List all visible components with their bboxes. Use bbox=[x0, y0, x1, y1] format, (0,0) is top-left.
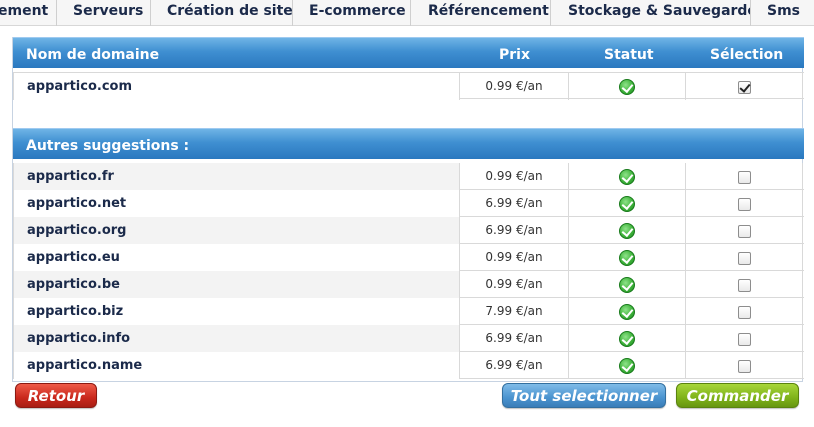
domain-name: appartico.net bbox=[13, 190, 459, 217]
status-cell bbox=[568, 73, 685, 100]
selection-checkbox[interactable] bbox=[738, 171, 751, 184]
status-cell bbox=[568, 325, 685, 352]
status-cell bbox=[568, 298, 685, 325]
available-check-icon bbox=[619, 358, 635, 374]
selection-checkbox[interactable] bbox=[738, 360, 751, 373]
table-row: appartico.info 6.99 €/an bbox=[13, 325, 804, 352]
header-price: Prix bbox=[499, 47, 530, 63]
table-row: appartico.name 6.99 €/an bbox=[13, 352, 804, 379]
domain-name: appartico.info bbox=[13, 325, 459, 352]
table-row: appartico.be 0.99 €/an bbox=[13, 271, 804, 298]
domain-name: appartico.fr bbox=[13, 163, 459, 190]
domain-price: 0.99 €/an bbox=[459, 271, 568, 298]
domain-price: 6.99 €/an bbox=[459, 217, 568, 244]
header-domain-name: Nom de domaine bbox=[26, 47, 160, 63]
nav-tab-creation-de-site[interactable]: Création de site bbox=[151, 0, 293, 26]
selection-checkbox[interactable] bbox=[738, 333, 751, 346]
available-check-icon bbox=[619, 304, 635, 320]
table-row-main-domain: appartico.com 0.99 €/an bbox=[13, 72, 804, 100]
nav-tab-stockage-sauvegarde[interactable]: Stockage & Sauvegarde bbox=[551, 0, 751, 26]
table-row: appartico.net 6.99 €/an bbox=[13, 190, 804, 217]
selection-cell bbox=[685, 271, 803, 298]
domain-price: 6.99 €/an bbox=[459, 190, 568, 217]
domain-name: appartico.be bbox=[13, 271, 459, 298]
status-cell bbox=[568, 190, 685, 217]
selection-checkbox[interactable] bbox=[738, 279, 751, 292]
selection-checkbox[interactable] bbox=[738, 225, 751, 238]
domain-name: appartico.org bbox=[13, 217, 459, 244]
status-cell bbox=[568, 244, 685, 271]
available-check-icon bbox=[619, 331, 635, 347]
suggestions-title: Autres suggestions : bbox=[26, 138, 190, 154]
header-status: Statut bbox=[604, 47, 654, 63]
selection-cell bbox=[685, 190, 803, 217]
selection-cell bbox=[685, 163, 803, 190]
domain-name: appartico.eu bbox=[13, 244, 459, 271]
table-header: Nom de domaine Prix Statut Sélection bbox=[13, 37, 804, 68]
domain-price: 7.99 €/an bbox=[459, 298, 568, 325]
table-row: appartico.org 6.99 €/an bbox=[13, 217, 804, 244]
select-all-button[interactable]: Tout selectionner bbox=[502, 383, 666, 408]
selection-checkbox[interactable] bbox=[738, 306, 751, 319]
domain-price: 0.99 €/an bbox=[459, 163, 568, 190]
selection-checkbox[interactable] bbox=[738, 252, 751, 265]
domain-price: 0.99 €/an bbox=[459, 244, 568, 271]
domain-results-panel: Nom de domaine Prix Statut Sélection app… bbox=[12, 37, 804, 382]
nav-tab-sms[interactable]: Sms bbox=[751, 0, 814, 26]
domain-name: appartico.biz bbox=[13, 298, 459, 325]
header-selection: Sélection bbox=[710, 47, 784, 63]
domain-price: 6.99 €/an bbox=[459, 352, 568, 379]
selection-cell bbox=[685, 298, 803, 325]
domain-price: 0.99 €/an bbox=[459, 73, 568, 100]
table-row: appartico.fr 0.99 €/an bbox=[13, 163, 804, 190]
selection-cell bbox=[685, 244, 803, 271]
selection-checkbox[interactable] bbox=[738, 198, 751, 211]
selection-cell bbox=[685, 325, 803, 352]
available-check-icon bbox=[619, 169, 635, 185]
available-check-icon bbox=[619, 196, 635, 212]
table-row: appartico.eu 0.99 €/an bbox=[13, 244, 804, 271]
selection-checkbox[interactable] bbox=[738, 81, 751, 94]
status-cell bbox=[568, 271, 685, 298]
nav-tab-referencement[interactable]: Référencement bbox=[411, 0, 551, 26]
status-cell bbox=[568, 352, 685, 379]
order-button[interactable]: Commander bbox=[676, 383, 799, 408]
available-check-icon bbox=[619, 79, 635, 95]
suggestions-header: Autres suggestions : bbox=[13, 128, 804, 159]
selection-cell bbox=[685, 73, 803, 100]
domain-name: appartico.com bbox=[13, 73, 459, 100]
status-cell bbox=[568, 217, 685, 244]
back-button[interactable]: Retour bbox=[15, 383, 97, 408]
nav-tab-serveurs[interactable]: Serveurs bbox=[57, 0, 151, 26]
nav-tab-hebergement[interactable]: ement bbox=[0, 0, 57, 26]
status-cell bbox=[568, 163, 685, 190]
table-row: appartico.biz 7.99 €/an bbox=[13, 298, 804, 325]
available-check-icon bbox=[619, 223, 635, 239]
domain-price: 6.99 €/an bbox=[459, 325, 568, 352]
nav-tab-e-commerce[interactable]: E-commerce bbox=[293, 0, 411, 26]
available-check-icon bbox=[619, 277, 635, 293]
domain-name: appartico.name bbox=[13, 352, 459, 379]
top-navigation: ement Serveurs Création de site E-commer… bbox=[0, 0, 814, 26]
available-check-icon bbox=[619, 250, 635, 266]
selection-cell bbox=[685, 217, 803, 244]
selection-cell bbox=[685, 352, 803, 379]
